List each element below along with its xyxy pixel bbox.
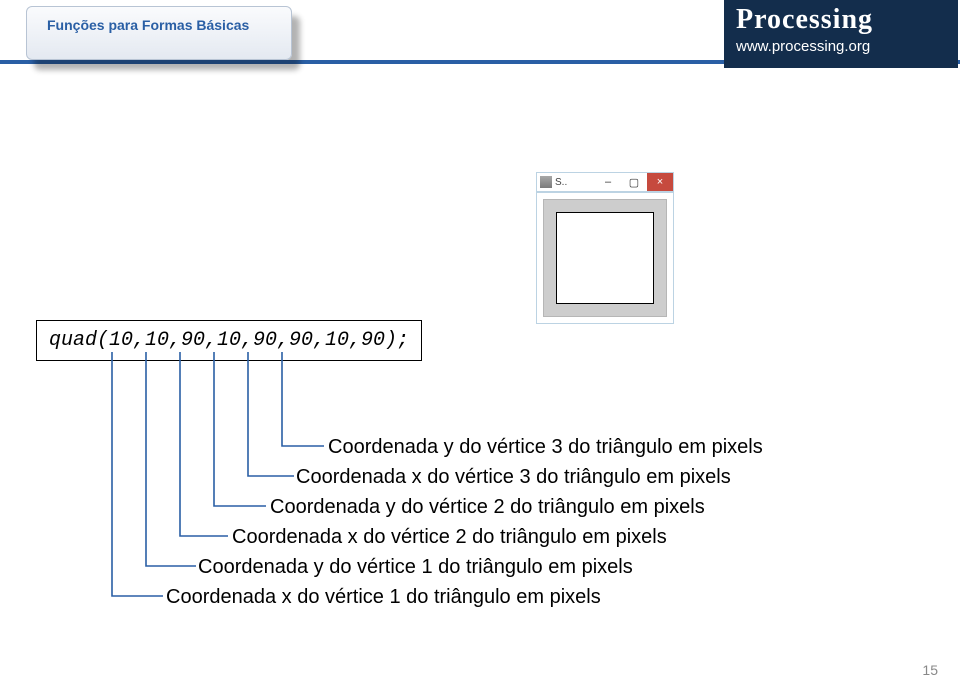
title-tab: Funções para Formas Básicas (26, 6, 292, 60)
minimize-button[interactable]: – (595, 173, 621, 191)
param-label-x1: Coordenada x do vértice 1 do triângulo e… (166, 582, 763, 612)
page-number: 15 (922, 662, 938, 678)
sketch-window-icon (540, 176, 552, 188)
close-button[interactable]: × (647, 173, 673, 191)
code-line: quad(10,10,90,10,90,90,10,90); (49, 329, 409, 352)
param-label-y1: Coordenada y do vértice 1 do triângulo e… (198, 552, 763, 582)
maximize-button[interactable]: ▢ (621, 173, 647, 191)
processing-logo-block: Processing www.processing.org (724, 0, 958, 68)
param-label-y3: Coordenada y do vértice 3 do triângulo e… (328, 432, 763, 462)
title-tab-text: Funções para Formas Básicas (47, 17, 249, 33)
sketch-window-title: S.. (555, 177, 595, 188)
param-label-x3: Coordenada x do vértice 3 do triângulo e… (296, 462, 763, 492)
parameter-labels: Coordenada y do vértice 3 do triângulo e… (166, 432, 763, 612)
processing-logo-text: Processing (736, 6, 948, 34)
sketch-window-titlebar: S.. – ▢ × (536, 172, 674, 192)
code-example-box: quad(10,10,90,10,90,90,10,90); (36, 320, 422, 361)
param-label-y2: Coordenada y do vértice 2 do triângulo e… (270, 492, 763, 522)
sketch-window-body (536, 192, 674, 324)
sketch-quad-shape (556, 212, 654, 304)
processing-url: www.processing.org (736, 38, 948, 55)
param-label-x2: Coordenada x do vértice 2 do triângulo e… (232, 522, 763, 552)
sketch-canvas (543, 199, 667, 317)
